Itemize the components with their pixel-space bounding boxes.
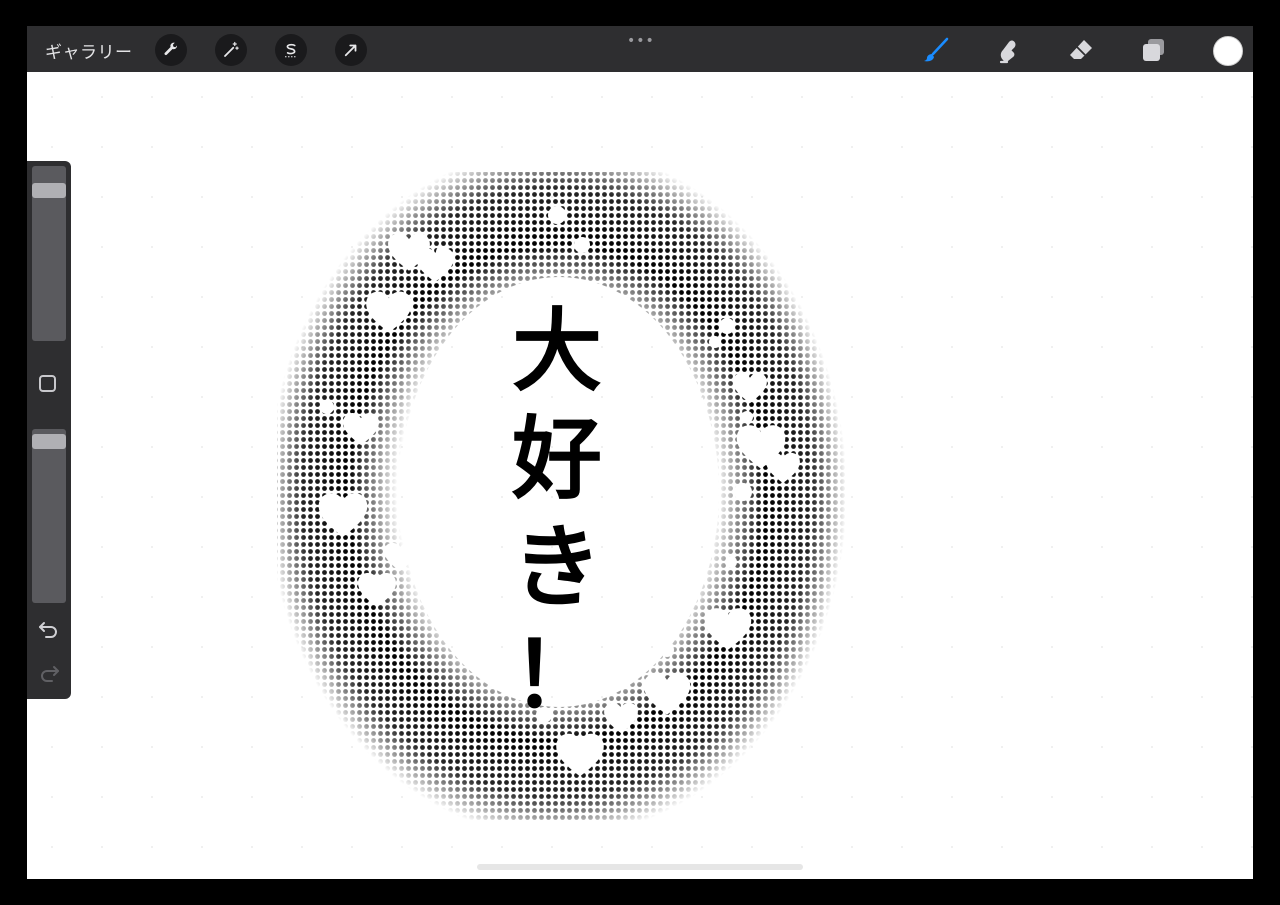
more-options-button[interactable]: ••• — [627, 33, 655, 49]
opacity-thumb[interactable] — [32, 433, 66, 449]
undo-button[interactable] — [37, 619, 61, 639]
home-indicator[interactable] — [477, 864, 803, 870]
canvas-artwork — [27, 72, 1253, 879]
redo-button[interactable] — [37, 663, 61, 683]
redo-icon — [41, 666, 59, 682]
arrow-cursor-icon — [344, 44, 357, 57]
left-sidebar — [27, 161, 71, 699]
smudge-icon — [999, 40, 1016, 64]
adjustments-button[interactable] — [215, 34, 247, 66]
magic-wand-icon — [224, 41, 239, 57]
drawing-canvas[interactable]: 大 好 き ！ — [27, 72, 1253, 879]
modify-button[interactable] — [39, 375, 56, 392]
gallery-button[interactable]: ギャラリー — [45, 38, 133, 63]
device-frame: ギャラリー ••• 大 好 き ！ — [0, 0, 1280, 905]
screen: ギャラリー ••• 大 好 き ！ — [27, 26, 1253, 879]
eraser-tool-button[interactable] — [1065, 34, 1097, 66]
eraser-icon — [1070, 40, 1092, 59]
color-picker-button[interactable] — [1213, 36, 1243, 66]
selection-button[interactable] — [275, 34, 307, 66]
layers-icon — [1143, 39, 1164, 61]
speech-text: 大 好 き ！ — [512, 299, 602, 728]
brush-size-thumb[interactable] — [32, 182, 66, 198]
wrench-icon — [164, 42, 177, 56]
layers-button[interactable] — [1138, 34, 1170, 66]
undo-icon — [39, 622, 57, 638]
brush-tool-button[interactable] — [920, 34, 952, 66]
brush-icon — [924, 37, 949, 62]
transform-button[interactable] — [335, 34, 367, 66]
selection-s-icon — [285, 43, 297, 58]
opacity-slider[interactable] — [32, 429, 66, 603]
actions-button[interactable] — [155, 34, 187, 66]
top-toolbar: ギャラリー ••• — [27, 26, 1253, 72]
smudge-tool-button[interactable] — [992, 34, 1024, 66]
